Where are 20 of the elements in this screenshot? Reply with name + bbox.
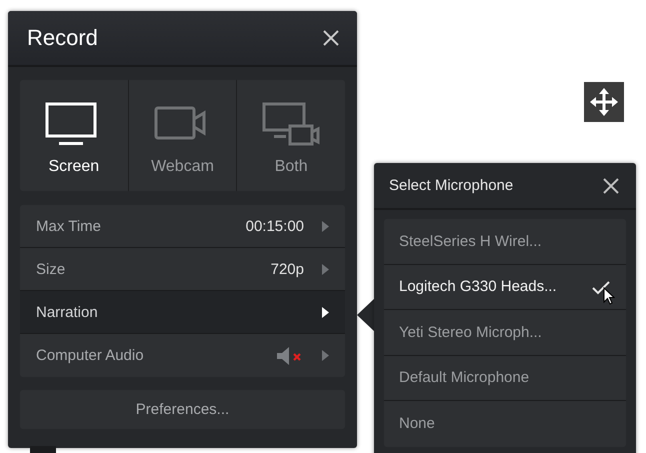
setting-label: Computer Audio — [36, 347, 144, 364]
setting-label: Size — [36, 260, 66, 278]
mode-tab[interactable]: Both — [237, 80, 346, 191]
setting-label: Max Time — [36, 218, 102, 234]
settings-row[interactable]: Narration — [20, 291, 345, 334]
microphone-option[interactable]: Logitech G330 Heads... — [384, 264, 626, 310]
settings-row[interactable]: Computer Audio — [20, 334, 345, 377]
popup-title: Select Microphone — [389, 177, 514, 194]
preferences-button[interactable]: Preferences... — [20, 390, 345, 429]
setting-value: 00:15:00 — [246, 218, 304, 234]
settings-row[interactable]: Max Time 00:15:00 — [20, 205, 345, 248]
microphone-option[interactable]: None — [384, 401, 626, 446]
microphone-option[interactable]: Default Microphone — [384, 356, 626, 401]
window-title: Record — [27, 25, 98, 51]
microphone-option[interactable]: SteelSeries H Wirel... — [384, 219, 626, 264]
mode-tab[interactable]: Webcam — [128, 80, 238, 191]
setting-label: Narration — [36, 304, 98, 320]
mode-tab[interactable]: Screen — [20, 80, 129, 191]
setting-value: 720p — [270, 260, 304, 278]
microphone-option[interactable]: Yeti Stereo Microph... — [384, 310, 626, 356]
